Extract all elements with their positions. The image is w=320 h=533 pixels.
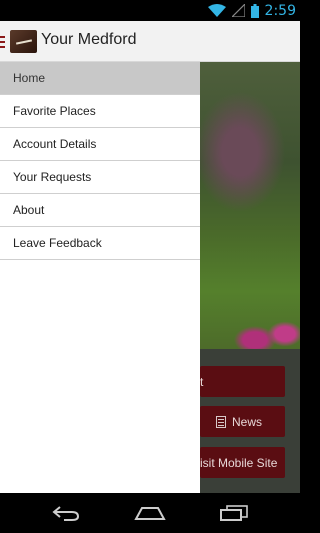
drawer-item-label: Favorite Places <box>13 104 96 118</box>
system-nav-bar <box>0 493 300 533</box>
report-button[interactable]: t <box>200 366 285 397</box>
drawer-item-your-requests[interactable]: Your Requests <box>0 161 200 194</box>
clock: 2:59 <box>264 2 296 19</box>
app-title: Your Medford <box>41 31 137 48</box>
newspaper-icon <box>216 415 226 428</box>
recent-apps-icon[interactable] <box>220 505 248 521</box>
mobile-site-button[interactable]: isit Mobile Site <box>200 447 285 478</box>
drawer-item-about[interactable]: About <box>0 194 200 227</box>
signal-icon <box>231 4 245 17</box>
status-bar: 2:59 <box>0 0 300 21</box>
report-button-label: t <box>200 374 204 389</box>
news-button[interactable]: News <box>200 406 285 437</box>
action-bar: Your Medford <box>0 21 300 62</box>
drawer-item-leave-feedback[interactable]: Leave Feedback <box>0 227 200 260</box>
drawer-item-favorite-places[interactable]: Favorite Places <box>0 95 200 128</box>
home-icon[interactable] <box>134 506 166 520</box>
drawer-item-label: Leave Feedback <box>13 236 102 250</box>
battery-icon <box>250 3 259 18</box>
app-logo[interactable] <box>10 30 37 53</box>
drawer-item-label: About <box>13 203 45 217</box>
navigation-drawer: Home Favorite Places Account Details You… <box>0 62 200 493</box>
wifi-icon <box>207 4 226 17</box>
header-photo <box>200 62 300 349</box>
drawer-item-home[interactable]: Home <box>0 62 200 95</box>
news-button-label: News <box>232 414 263 429</box>
drawer-item-label: Your Requests <box>13 170 92 184</box>
drawer-item-label: Account Details <box>13 137 97 151</box>
mobile-site-button-label: isit Mobile Site <box>200 455 278 470</box>
drawer-item-label: Home <box>13 71 46 85</box>
back-icon[interactable] <box>52 505 80 521</box>
status-icons: 2:59 <box>207 2 296 19</box>
menu-icon[interactable] <box>0 36 5 48</box>
drawer-item-account-details[interactable]: Account Details <box>0 128 200 161</box>
